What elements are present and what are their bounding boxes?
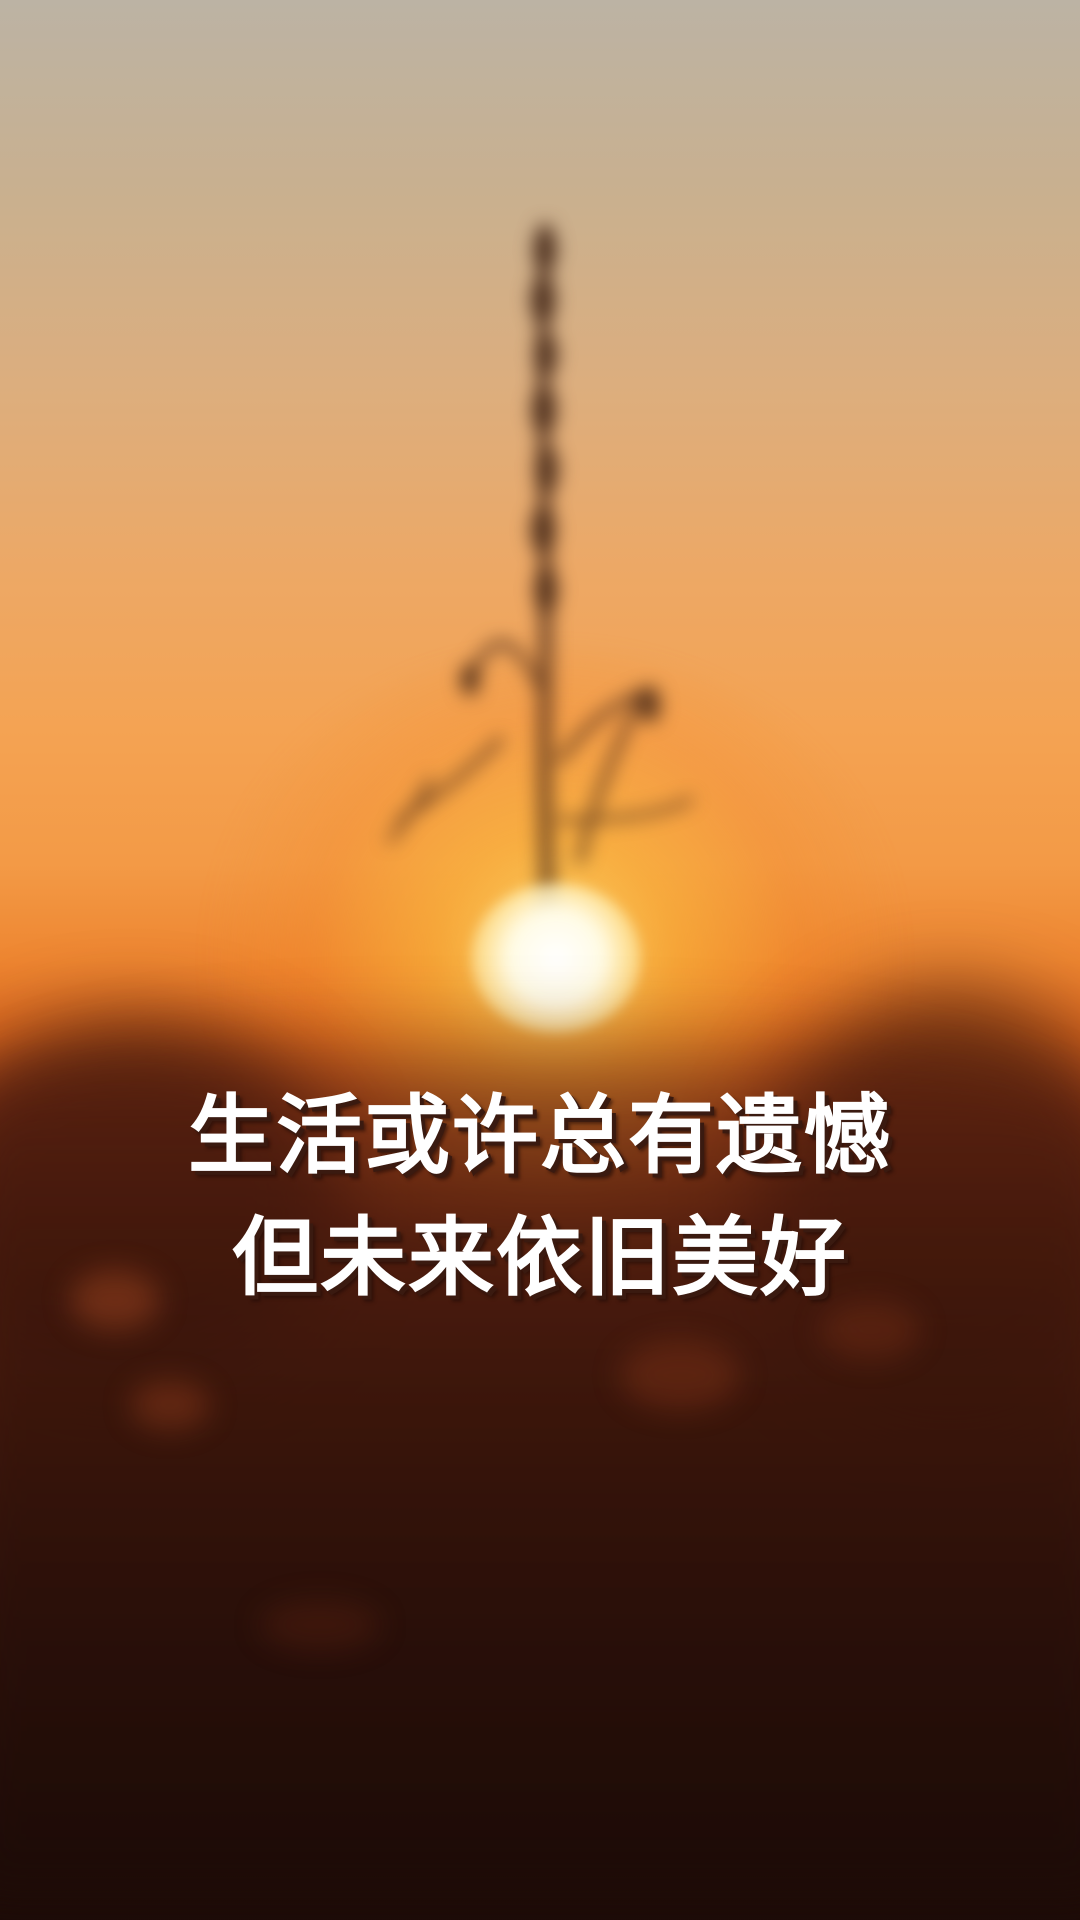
sunset-background: 生活或许总有遗憾 但未来依旧美好 [0,0,1080,1920]
bokeh-light [620,1340,740,1410]
quote-line-1: 生活或许总有遗憾 [188,1086,892,1186]
quote-text: 生活或许总有遗憾 但未来依旧美好 [0,1075,1080,1319]
quote-line-2: 但未来依旧美好 [232,1208,848,1308]
bokeh-light [260,1600,380,1650]
bokeh-light [130,1380,210,1430]
